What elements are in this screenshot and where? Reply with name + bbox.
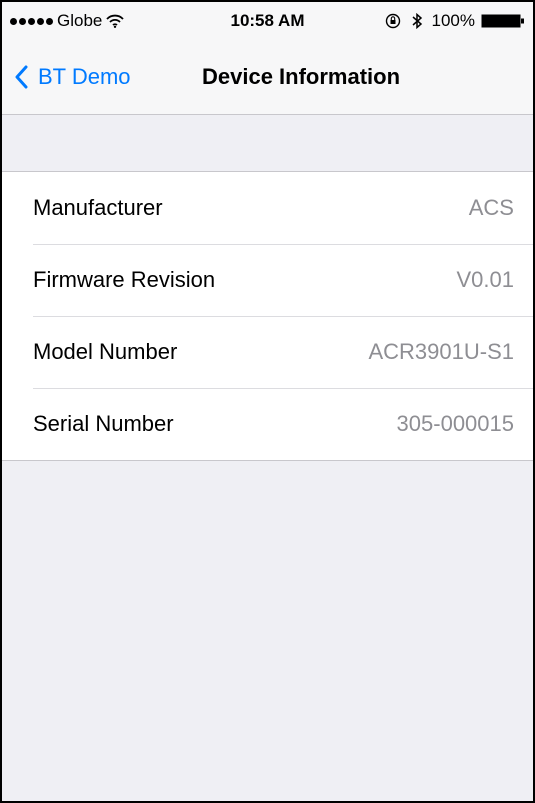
phone-screen: Globe 10:58 AM 100% BT Demo Device Infor… <box>0 0 535 803</box>
page-title: Device Information <box>202 64 401 89</box>
bluetooth-icon <box>412 13 422 29</box>
info-row-serial-number: Serial Number 305-000015 <box>2 388 533 460</box>
battery-icon <box>481 14 524 28</box>
row-label: Serial Number <box>33 411 174 436</box>
row-label: Manufacturer <box>33 195 163 220</box>
row-value: 305-000015 <box>396 411 514 436</box>
info-row-firmware-revision: Firmware Revision V0.01 <box>2 244 533 316</box>
back-button-label: BT Demo <box>38 64 131 89</box>
battery-percentage: 100% <box>431 11 475 30</box>
row-label: Firmware Revision <box>33 267 216 292</box>
chevron-left-icon <box>15 65 28 89</box>
orientation-lock-icon <box>385 13 400 29</box>
device-info-list: Manufacturer ACS Firmware Revision V0.01… <box>2 171 533 461</box>
back-button[interactable]: BT Demo <box>14 64 131 90</box>
row-label: Model Number <box>33 339 178 364</box>
info-row-model-number: Model Number ACR3901U-S1 <box>2 316 533 388</box>
info-row-manufacturer: Manufacturer ACS <box>2 172 533 244</box>
row-value: ACR3901U-S1 <box>368 339 514 364</box>
row-value: V0.01 <box>456 267 515 292</box>
navigation-bar: BT Demo Device Information <box>2 40 533 114</box>
top-chrome: Globe 10:58 AM 100% BT Demo Device Infor… <box>2 2 533 115</box>
status-bar: Globe 10:58 AM 100% <box>2 2 533 40</box>
row-value: ACS <box>468 195 514 220</box>
status-right: 100% <box>384 11 525 31</box>
